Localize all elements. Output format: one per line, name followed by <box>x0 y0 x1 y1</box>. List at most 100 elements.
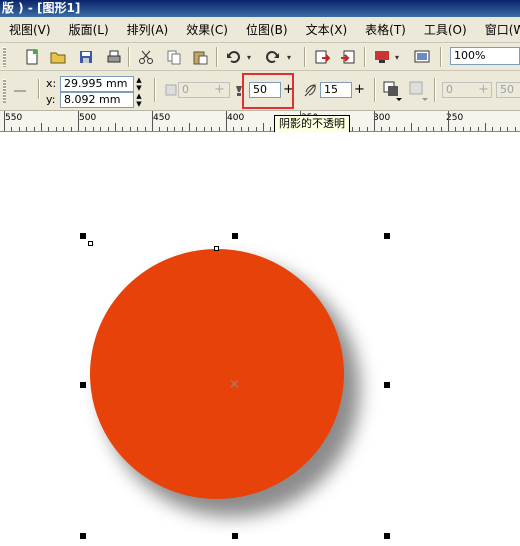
ruler-tick <box>189 123 190 131</box>
undo-dropdown-icon[interactable]: ▾ <box>244 47 254 67</box>
object-center-marker[interactable]: × <box>229 378 240 391</box>
ruler-tick <box>167 127 168 131</box>
selection-handle-top[interactable] <box>232 233 238 239</box>
ruler-tick <box>48 127 49 131</box>
toolbar-separator <box>374 78 376 102</box>
selection-handle-bottom-right[interactable] <box>384 533 390 539</box>
export-icon[interactable] <box>338 47 358 67</box>
ruler-tick <box>433 127 434 131</box>
toolbar-separator <box>38 79 40 99</box>
x-coordinate-input[interactable]: 29.995 mm <box>60 76 134 92</box>
ruler-tick <box>4 111 5 131</box>
menu-table[interactable]: 表格(T) <box>356 21 415 38</box>
menu-view[interactable]: 视图(V) <box>0 21 60 38</box>
standard-toolbar: ▾ ▾ ▾ <box>0 43 520 71</box>
selection-handle-bottom[interactable] <box>232 533 238 539</box>
paste-icon[interactable] <box>190 47 210 67</box>
ruler-label: 550 <box>5 113 23 123</box>
selection-handle-bottom-left[interactable] <box>80 533 86 539</box>
x-spinner-icon[interactable]: ▲ ▼ <box>134 76 144 92</box>
ruler-tick <box>396 127 397 131</box>
selection-handle-top-left[interactable] <box>80 233 86 239</box>
ruler-tick <box>441 127 442 131</box>
ruler-tick <box>204 127 205 131</box>
ruler-tick <box>100 127 101 131</box>
ruler-tick <box>233 127 234 131</box>
import-icon[interactable] <box>312 47 332 67</box>
shadow-offset-icon <box>165 84 177 96</box>
ruler-tick <box>411 123 412 131</box>
toolbar-grip[interactable] <box>3 79 6 103</box>
open-folder-icon[interactable] <box>48 47 68 67</box>
ruler-tick <box>241 127 242 131</box>
ruler-tick <box>78 111 79 131</box>
menu-bitmaps[interactable]: 位图(B) <box>237 21 297 38</box>
menu-text[interactable]: 文本(X) <box>297 21 357 38</box>
redo-icon[interactable] <box>262 47 282 67</box>
selection-handle-left[interactable] <box>80 382 86 388</box>
toolbar-separator <box>128 47 130 67</box>
ruler-tick <box>211 127 212 131</box>
cut-icon[interactable] <box>136 47 156 67</box>
x-coordinate-label: x: <box>46 77 57 90</box>
ruler-tick <box>108 127 109 131</box>
undo-icon[interactable] <box>224 47 244 67</box>
shadow-offset-plus-icon[interactable]: + <box>214 82 225 98</box>
y-spinner-icon[interactable]: ▲ ▼ <box>134 92 144 108</box>
redo-dropdown-icon[interactable]: ▾ <box>284 47 294 67</box>
menu-effects[interactable]: 效果(C) <box>177 21 237 38</box>
new-document-icon[interactable] <box>22 47 42 67</box>
print-icon[interactable] <box>104 47 124 67</box>
ruler-tick <box>500 127 501 131</box>
ruler-tick <box>19 127 20 131</box>
shadow-fade-plus-icon[interactable]: + <box>478 82 489 98</box>
node-handle[interactable] <box>88 241 93 246</box>
ruler-tick <box>359 127 360 131</box>
shadow-feather-input[interactable]: 15 <box>320 82 352 98</box>
application-launcher-icon[interactable] <box>372 47 392 67</box>
ruler-tick <box>492 127 493 131</box>
ruler-tick <box>248 127 249 131</box>
feather-edges-icon[interactable] <box>408 80 428 102</box>
welcome-screen-icon[interactable] <box>412 47 432 67</box>
ruler-tick <box>367 127 368 131</box>
shadow-stretch-input[interactable]: 50 <box>496 82 520 98</box>
ruler-tick <box>352 127 353 131</box>
save-icon[interactable] <box>76 47 96 67</box>
copy-icon[interactable] <box>164 47 184 67</box>
ruler-tick <box>463 127 464 131</box>
zoom-level-input[interactable]: 100% <box>450 47 520 65</box>
ruler-tick <box>182 127 183 131</box>
toolbar-grip[interactable] <box>3 47 6 67</box>
ruler-tick <box>137 127 138 131</box>
feather-direction-icon[interactable] <box>382 80 402 102</box>
ruler-tick <box>41 123 42 131</box>
menu-arrange[interactable]: 排列(A) <box>118 21 178 38</box>
horizontal-ruler: 550 500 450 400 350 300 250 <box>0 111 520 132</box>
ruler-tick <box>115 123 116 131</box>
menu-bar: 视图(V) 版面(L) 排列(A) 效果(C) 位图(B) 文本(X) 表格(T… <box>0 17 520 43</box>
opacity-highlight-box <box>242 73 294 109</box>
menu-layout[interactable]: 版面(L) <box>60 21 118 38</box>
y-coordinate-input[interactable]: 8.092 mm <box>60 92 134 108</box>
ruler-tick <box>26 127 27 131</box>
selection-handle-top-right[interactable] <box>384 233 390 239</box>
ruler-tick <box>152 111 153 131</box>
node-handle[interactable] <box>214 246 219 251</box>
ruler-tick <box>11 127 12 131</box>
ellipse-shape[interactable] <box>90 249 344 499</box>
menu-tools[interactable]: 工具(O) <box>415 21 476 38</box>
ruler-tick <box>404 127 405 131</box>
ruler-tick <box>270 127 271 131</box>
selection-handle-right[interactable] <box>384 382 390 388</box>
toolbar-separator <box>434 78 436 102</box>
y-coordinate-label: y: <box>46 93 56 106</box>
shadow-feather-plus-icon[interactable]: + <box>354 82 365 98</box>
toolbar-separator <box>304 47 306 67</box>
ruler-label: 450 <box>153 113 171 123</box>
ruler-tick <box>145 127 146 131</box>
launcher-dropdown-icon[interactable]: ▾ <box>392 47 402 67</box>
toolbar-separator <box>216 47 218 67</box>
menu-window[interactable]: 窗口(W) <box>476 21 520 38</box>
ruler-tick <box>122 127 123 131</box>
